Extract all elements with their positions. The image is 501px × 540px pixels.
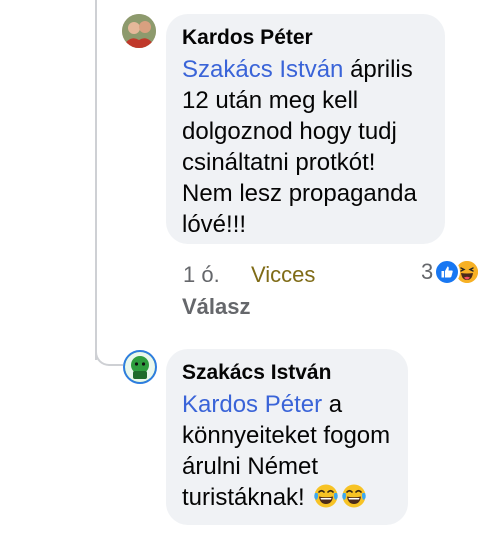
comment-text: Szakács István április 12 után meg kell … bbox=[182, 54, 431, 240]
comment-bubble: Kardos Péter Szakács István április 12 u… bbox=[166, 14, 445, 244]
reaction-count: 3 bbox=[421, 259, 434, 284]
reaction-button[interactable]: Vicces bbox=[251, 262, 315, 288]
comment-author[interactable]: Szakács István bbox=[182, 359, 394, 387]
comment-body: április 12 után meg kell dolgoznod hogy … bbox=[182, 56, 417, 238]
comment-author[interactable]: Kardos Péter bbox=[182, 24, 431, 52]
avatar[interactable] bbox=[123, 350, 157, 384]
tears-of-joy-icon bbox=[341, 483, 367, 517]
thread-line-vertical bbox=[95, 0, 97, 360]
comment-time[interactable]: 1 ó. bbox=[183, 262, 220, 288]
comment-text: Kardos Péter a könnyeiteket fogom árulni… bbox=[182, 389, 394, 517]
reply-button[interactable]: Válasz bbox=[182, 294, 251, 320]
tears-of-joy-icon bbox=[313, 483, 339, 517]
reaction-summary[interactable]: 3 bbox=[421, 259, 481, 285]
mention-link[interactable]: Szakács István bbox=[182, 56, 343, 83]
avatar[interactable] bbox=[122, 14, 156, 48]
comment-bubble: Szakács István Kardos Péter a könnyeitek… bbox=[166, 349, 408, 525]
mention-link[interactable]: Kardos Péter bbox=[182, 391, 322, 418]
thread-line-curve bbox=[95, 342, 123, 366]
thread-line-curve bbox=[95, 0, 97, 12]
